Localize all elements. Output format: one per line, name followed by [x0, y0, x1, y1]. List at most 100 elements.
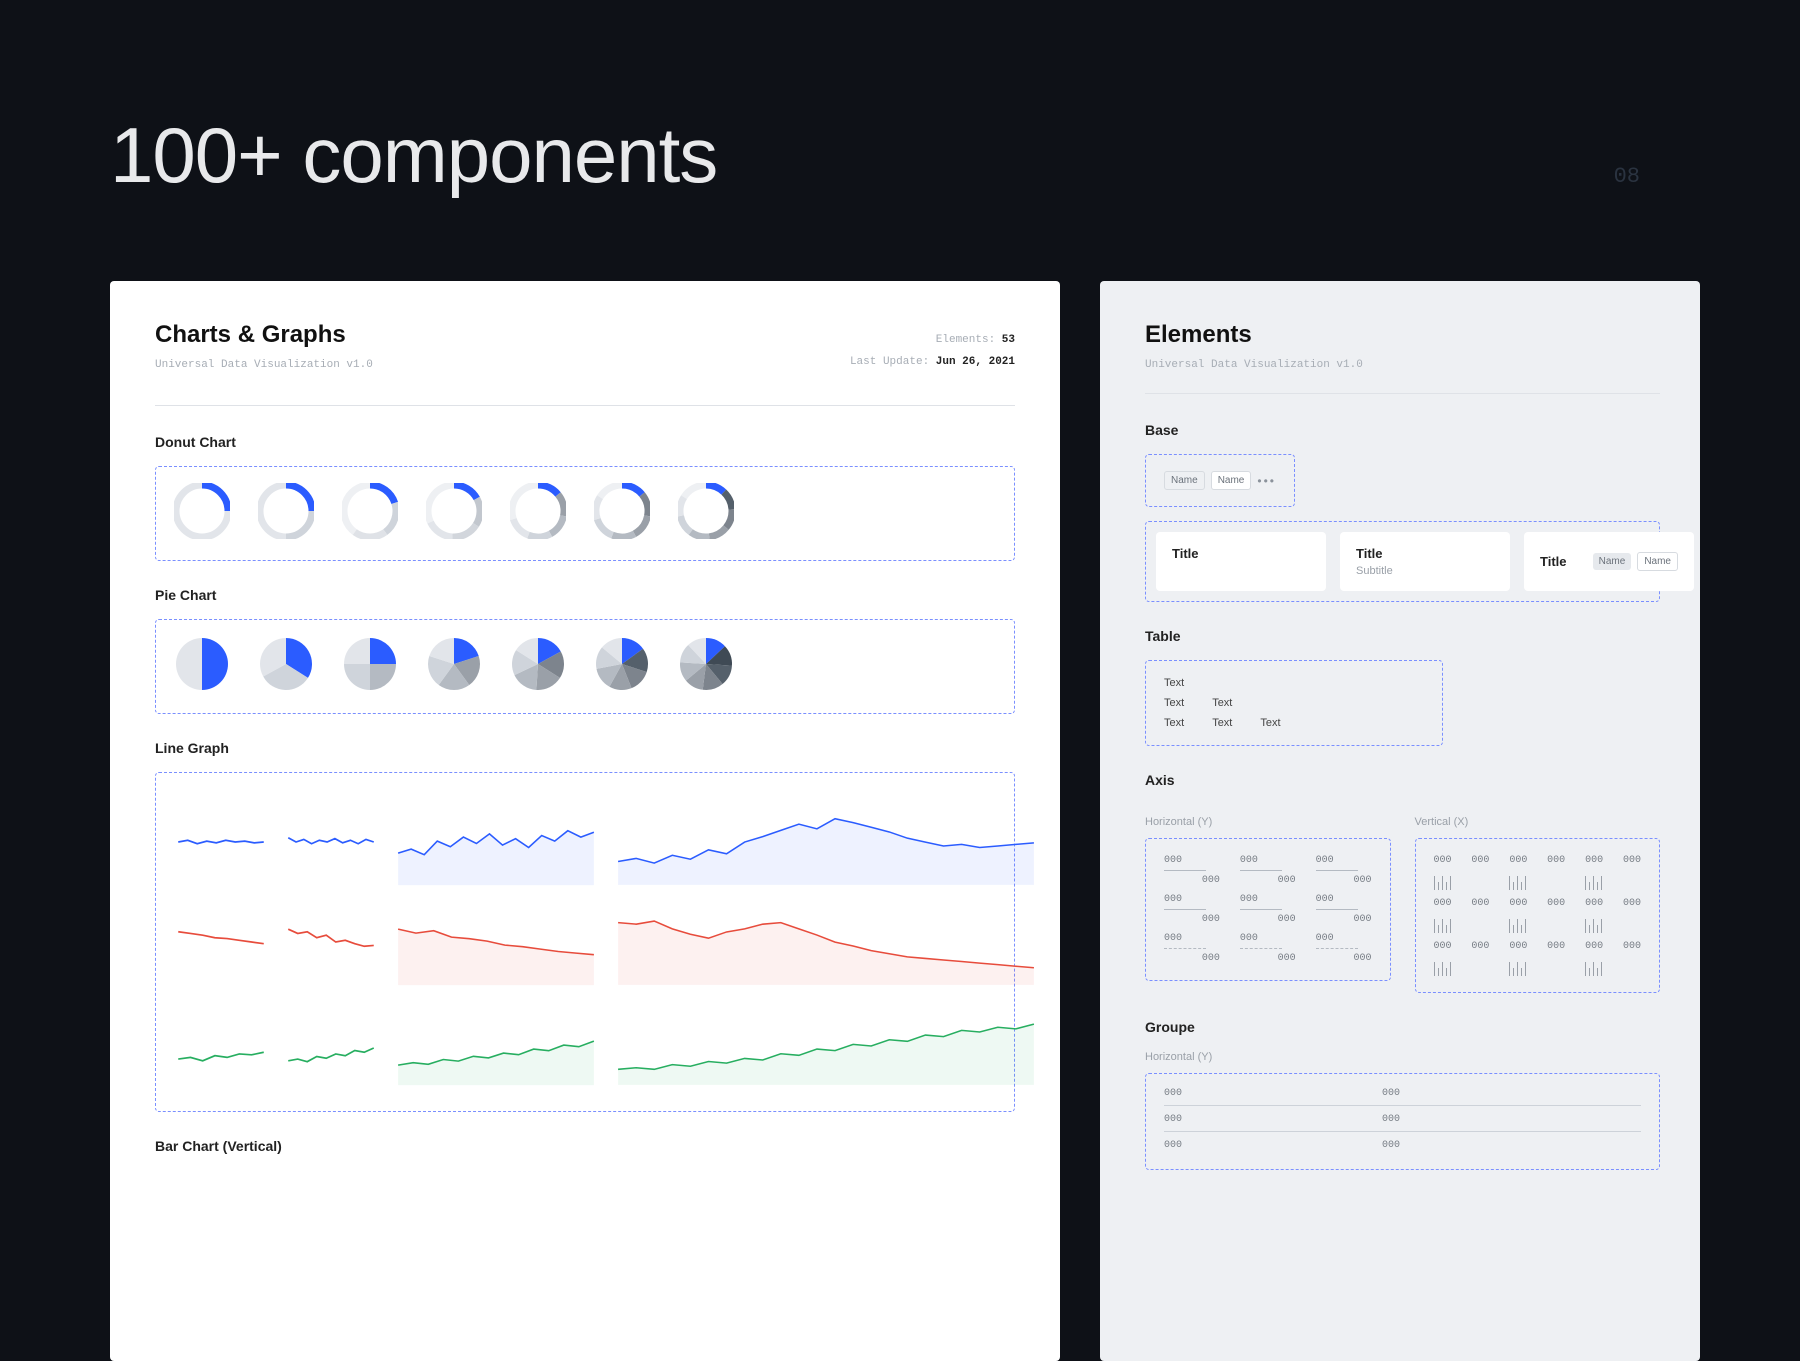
pie-row [155, 619, 1015, 714]
table-cell: Text [1164, 717, 1184, 729]
axis-v-cell: 000000 [1509, 941, 1565, 976]
section-donut-title: Donut Chart [155, 434, 1015, 450]
charts-panel: Charts & Graphs Universal Data Visualiza… [110, 281, 1060, 1361]
axis-v-cell: 000000 [1585, 941, 1641, 976]
pie-chart-5 [510, 636, 566, 697]
panel-right-subtitle: Universal Data Visualization v1.0 [1145, 359, 1660, 371]
axis-h-cell: 000000 [1164, 894, 1220, 925]
axis-v-cell: 000000 [1585, 898, 1641, 933]
axis-v-label: Vertical (X) [1415, 816, 1661, 828]
axis-v-cell: 000000 [1585, 855, 1641, 890]
card3-title: Title [1540, 554, 1567, 569]
more-icon[interactable]: ••• [1257, 474, 1276, 488]
table-cell: Text [1164, 697, 1184, 709]
table-heading: Table [1145, 628, 1660, 644]
groupe-box: 000 000 000 000 000 000 [1145, 1073, 1660, 1170]
pie-chart-6 [594, 636, 650, 697]
grp-tick: 000 [1382, 1140, 1400, 1151]
axis-heading: Axis [1145, 772, 1660, 788]
card3-tag1: Name [1593, 553, 1632, 570]
elements-count: 53 [1002, 334, 1015, 346]
axis-v-box: 000000 000000 000000 000000 000000 000000 0000… [1415, 838, 1661, 993]
sparkline-red-large [616, 905, 1036, 987]
axis-v-cell: 000000 [1509, 855, 1565, 890]
card-row: Title Title Subtitle Title Name Name [1145, 521, 1660, 602]
panel-left-subtitle: Universal Data Visualization v1.0 [155, 359, 373, 371]
card-title-only[interactable]: Title [1156, 532, 1326, 591]
axis-h-cell: 000000 [1240, 894, 1296, 925]
sparkline-red-medium [396, 903, 596, 987]
pie-chart-7 [678, 636, 734, 697]
card1-title: Title [1172, 546, 1310, 561]
update-label: Last Update: [850, 356, 929, 368]
card3-tag2: Name [1637, 552, 1678, 571]
hero-title: 100+ components [110, 110, 717, 201]
donut-chart-6 [594, 483, 650, 544]
donut-chart-5 [510, 483, 566, 544]
panel-left-title: Charts & Graphs [155, 321, 373, 349]
card-title-subtitle[interactable]: Title Subtitle [1340, 532, 1510, 591]
chip-name-outline[interactable]: Name [1164, 471, 1205, 490]
pie-chart-1 [174, 636, 230, 697]
axis-h-cell: 000000 [1164, 933, 1220, 964]
axis-h-cell: 000000 [1240, 933, 1296, 964]
donut-chart-1 [174, 483, 230, 544]
sparkline-blue-large [616, 805, 1036, 887]
pie-chart-2 [258, 636, 314, 697]
table-box: Text Text Text Text Text Text [1145, 660, 1443, 746]
donut-chart-3 [342, 483, 398, 544]
axis-v-cell: 000000 [1434, 941, 1490, 976]
update-value: Jun 26, 2021 [936, 356, 1015, 368]
groupe-heading: Groupe [1145, 1019, 1660, 1035]
grp-tick: 000 [1164, 1088, 1182, 1099]
table-cell: Text [1212, 697, 1232, 709]
sparkline-red-tiny [176, 897, 266, 987]
base-heading: Base [1145, 422, 1660, 438]
grp-tick: 000 [1382, 1114, 1400, 1125]
axis-v-cell: 000000 [1434, 855, 1490, 890]
axis-h-label: Horizontal (Y) [1145, 816, 1391, 828]
axis-h-cell: 000000 [1316, 894, 1372, 925]
sparkline-green-medium [396, 1003, 596, 1087]
pie-chart-4 [426, 636, 482, 697]
donut-chart-7 [678, 483, 734, 544]
donut-chart-4 [426, 483, 482, 544]
section-barv-title: Bar Chart (Vertical) [155, 1138, 1015, 1154]
chip-name-solid[interactable]: Name [1211, 471, 1252, 490]
table-cell: Text [1260, 717, 1280, 729]
sparkline-blue-medium [396, 803, 596, 887]
line-graph-panel [155, 772, 1015, 1112]
sparkline-blue-small [286, 797, 376, 887]
axis-h-cell: 000000 [1316, 933, 1372, 964]
panel-right-title: Elements [1145, 321, 1660, 349]
table-cell: Text [1164, 677, 1184, 689]
elements-label: Elements: [936, 334, 995, 346]
table-cell: Text [1212, 717, 1232, 729]
card-title-tags[interactable]: Title Name Name [1524, 532, 1694, 591]
axis-h-cell: 000000 [1240, 855, 1296, 886]
elements-panel: Elements Universal Data Visualization v1… [1100, 281, 1700, 1361]
section-pie-title: Pie Chart [155, 587, 1015, 603]
sparkline-red-small [286, 897, 376, 987]
base-chip-box: Name Name ••• [1145, 454, 1295, 507]
groupe-sub: Horizontal (Y) [1145, 1051, 1660, 1063]
axis-h-cell: 000000 [1316, 855, 1372, 886]
sparkline-blue-tiny [176, 797, 266, 887]
grp-tick: 000 [1164, 1140, 1182, 1151]
card2-title: Title [1356, 546, 1494, 561]
sparkline-green-small [286, 997, 376, 1087]
sparkline-green-large [616, 1005, 1036, 1087]
axis-h-box: 000000 000000 000000 000000 000000 000000 0000… [1145, 838, 1391, 981]
grp-tick: 000 [1382, 1088, 1400, 1099]
card2-subtitle: Subtitle [1356, 565, 1494, 577]
page-number: 08 [1614, 164, 1640, 189]
pie-chart-3 [342, 636, 398, 697]
sparkline-green-tiny [176, 997, 266, 1087]
donut-chart-2 [258, 483, 314, 544]
axis-v-cell: 000000 [1434, 898, 1490, 933]
axis-h-cell: 000000 [1164, 855, 1220, 886]
grp-tick: 000 [1164, 1114, 1182, 1125]
axis-v-cell: 000000 [1509, 898, 1565, 933]
section-line-title: Line Graph [155, 740, 1015, 756]
donut-row [155, 466, 1015, 561]
